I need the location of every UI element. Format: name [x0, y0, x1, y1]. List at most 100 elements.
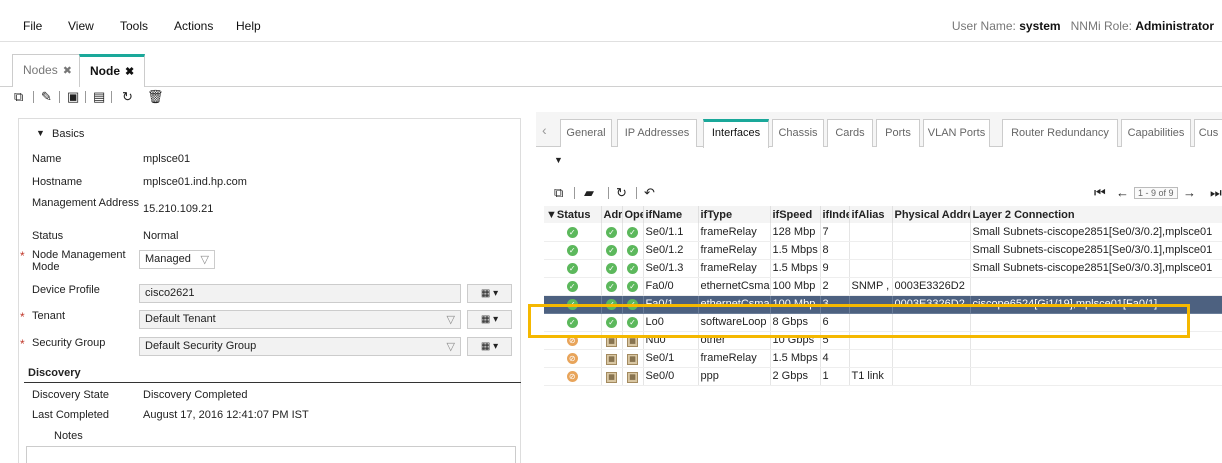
physical-address-cell: 0003E3326D2	[892, 295, 971, 314]
oper-status-cell: ✓	[622, 313, 644, 332]
tab-ports[interactable]: Ports	[876, 119, 920, 147]
menu-actions[interactable]: Actions	[174, 19, 213, 33]
open-icon[interactable]: ⧉	[14, 90, 23, 104]
ifname-cell: Se0/1.2	[643, 241, 699, 260]
ifalias-cell: SNMP ,	[849, 277, 893, 296]
tab-vlan-ports[interactable]: VLAN Ports	[923, 119, 990, 147]
ifspeed-cell: 2 Gbps	[770, 367, 821, 386]
oper-status-cell: ▦	[622, 367, 644, 386]
oper-status-cell: ▦	[622, 349, 644, 368]
tab-router-redundancy[interactable]: Router Redundancy	[1002, 119, 1118, 147]
col-ifspeed[interactable]: ifSpeed	[770, 206, 821, 223]
tab-ip-addresses[interactable]: IP Addresses	[617, 119, 697, 147]
prev-page-icon[interactable]: ←	[1116, 186, 1129, 200]
name-label: Name	[32, 153, 62, 165]
layer2-connection-cell: Small Subnets-ciscope2851[Se0/3/0.3],mpl…	[970, 259, 1222, 278]
tab-capabilities[interactable]: Capabilities	[1121, 119, 1191, 147]
physical-address-cell	[892, 223, 971, 242]
status-cell: ✓	[544, 259, 602, 278]
delete-icon[interactable]: 🗑	[147, 90, 164, 104]
status-cell: ⊘	[544, 331, 602, 350]
user-name: system	[1019, 19, 1061, 33]
admin-status-cell: ✓	[601, 259, 623, 278]
tab-chassis[interactable]: Chassis	[772, 119, 824, 147]
node-mgmt-mode-select[interactable]: Managed ▽	[139, 250, 215, 269]
col-physical-address[interactable]: Physical Addre	[892, 206, 971, 223]
col-oper[interactable]: Ope	[622, 206, 644, 223]
discovery-title: Discovery	[28, 367, 81, 379]
iftype-cell: other	[698, 331, 771, 350]
ifalias-cell	[849, 223, 893, 242]
view-menu-caret-icon[interactable]: ▼	[554, 155, 563, 165]
status-normal-icon: ✓	[566, 317, 578, 328]
col-status[interactable]: ▼Status	[544, 206, 602, 223]
table-row[interactable]: ✓ ✓ ✓ Se0/1.1 frameRelay 128 Mbp 7 Small Subnet…	[544, 223, 1222, 242]
tab-custom[interactable]: Cus	[1194, 119, 1222, 147]
table-row[interactable]: ⊘ ▦ ▦ Nu0 other 10 Gbps 5	[544, 331, 1222, 350]
close-icon[interactable]: ✖	[63, 65, 72, 77]
pager-info: 1 - 9 of 9	[1134, 187, 1178, 199]
layer2-connection-cell	[970, 313, 1222, 332]
undo-icon[interactable]: ↶	[644, 186, 655, 200]
table-row[interactable]: ✓ ✓ ✓ Lo0 softwareLoop 8 Gbps 6	[544, 313, 1222, 332]
folder-icon[interactable]: ▰	[584, 186, 594, 200]
col-ifalias[interactable]: ifAlias	[849, 206, 893, 223]
lookup-icon: ▦	[480, 288, 491, 299]
user-role-label: NNMi Role:	[1070, 19, 1132, 33]
table-row[interactable]: ⊘ ▦ ▦ Se0/1 frameRelay 1.5 Mbps 4	[544, 349, 1222, 368]
status-cell: ✓	[544, 313, 602, 332]
tenant-field[interactable]: Default Tenant ▽	[139, 310, 461, 329]
col-ifindex[interactable]: ifInde	[820, 206, 850, 223]
menu-bar: File View Tools Actions Help User Name: …	[0, 0, 1222, 42]
first-page-icon[interactable]: ⏮	[1094, 186, 1106, 200]
last-page-icon[interactable]: ⏭	[1210, 186, 1222, 200]
col-ifname[interactable]: ifName	[643, 206, 699, 223]
mgmt-address-label: Management Address	[32, 197, 140, 209]
tab-nodes[interactable]: Nodes ✖	[12, 54, 83, 87]
table-row[interactable]: ⊘ ▦ ▦ Se0/0 ppp 2 Gbps 1 T1 link	[544, 367, 1222, 386]
refresh-icon[interactable]: ↻	[122, 90, 133, 104]
menu-view[interactable]: View	[68, 19, 94, 33]
open-icon[interactable]: ⧉	[554, 186, 563, 200]
device-profile-field[interactable]: cisco2621	[139, 284, 461, 303]
tab-interfaces[interactable]: Interfaces	[703, 119, 769, 148]
table-row[interactable]: ✓ ✓ ✓ Fa0/1 ethernetCsma 100 Mbp 3 0003E3326D2 c…	[544, 295, 1222, 314]
edit-icon[interactable]: ✎	[41, 90, 52, 104]
status-unmanaged-icon: ▦	[606, 353, 617, 365]
discovery-header: Discovery	[24, 367, 521, 383]
physical-address-cell	[892, 313, 971, 332]
lookup-dropdown-button[interactable]: ▦ ▾	[467, 284, 512, 303]
refresh-icon[interactable]: ↻	[616, 186, 627, 200]
table-row[interactable]: ✓ ✓ ✓ Fa0/0 ethernetCsma 100 Mbp 2 SNMP , 0003E3…	[544, 277, 1222, 296]
menu-file[interactable]: File	[23, 19, 42, 33]
layer2-connection-cell	[970, 277, 1222, 296]
table-row[interactable]: ✓ ✓ ✓ Se0/1.3 frameRelay 1.5 Mbps 9 Small Subne…	[544, 259, 1222, 278]
status-normal-icon: ✓	[606, 317, 617, 328]
status-unknown-icon: ⊘	[566, 353, 578, 364]
tab-node[interactable]: Node ✖	[79, 54, 146, 87]
lookup-dropdown-button[interactable]: ▦ ▾	[467, 310, 512, 329]
col-layer2-connection[interactable]: Layer 2 Connection	[970, 206, 1222, 223]
next-page-icon[interactable]: →	[1183, 186, 1196, 200]
collapse-icon: ▼	[36, 128, 45, 138]
table-row[interactable]: ✓ ✓ ✓ Se0/1.2 frameRelay 1.5 Mbps 8 Small Subne…	[544, 241, 1222, 260]
physical-address-cell	[892, 241, 971, 260]
notes-textarea[interactable]	[26, 446, 516, 463]
col-iftype[interactable]: ifType	[698, 206, 771, 223]
chevron-left-icon[interactable]: ‹	[542, 122, 547, 138]
col-admin[interactable]: Adr	[601, 206, 623, 223]
tab-cards[interactable]: Cards	[827, 119, 873, 147]
save-close-icon[interactable]: ▤	[93, 90, 105, 104]
status-unmanaged-icon: ▦	[627, 353, 638, 365]
tab-general[interactable]: General	[560, 119, 612, 147]
lookup-dropdown-button[interactable]: ▦ ▾	[467, 337, 512, 356]
hostname-label: Hostname	[32, 176, 83, 188]
last-completed-value: August 17, 2016 12:41:07 PM IST	[143, 409, 309, 421]
layer2-connection-cell: ciscope6524[Gi1/19],mplsce01[Fa0/1]	[970, 295, 1222, 314]
ifindex-cell: 3	[820, 295, 850, 314]
security-group-field[interactable]: Default Security Group ▽	[139, 337, 461, 356]
menu-help[interactable]: Help	[236, 19, 261, 33]
menu-tools[interactable]: Tools	[120, 19, 148, 33]
close-icon[interactable]: ✖	[125, 66, 134, 78]
save-icon[interactable]: ▣	[67, 90, 79, 104]
